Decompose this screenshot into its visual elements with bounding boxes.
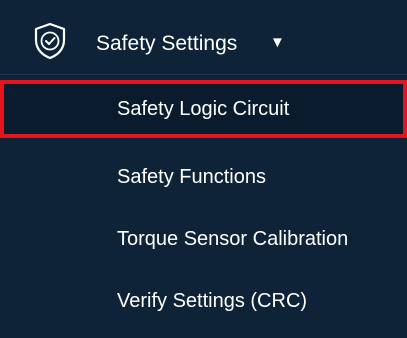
safety-settings-label: Safety Settings: [96, 32, 238, 55]
menu-item-label: Safety Logic Circuit: [117, 98, 290, 120]
menu-item-label: Torque Sensor Calibration: [117, 228, 349, 250]
menu-item-torque-sensor-calibration[interactable]: Torque Sensor Calibration: [0, 210, 407, 268]
safety-settings-menu: Safety Settings ▼ Safety Logic Circuit S…: [0, 0, 407, 338]
menu-item-label: Safety Functions: [117, 166, 266, 188]
divider: [0, 74, 407, 75]
menu-item-safety-logic-circuit[interactable]: Safety Logic Circuit: [0, 80, 407, 138]
menu-item-label: Verify Settings (CRC): [117, 290, 308, 312]
menu-item-safety-functions[interactable]: Safety Functions: [0, 148, 407, 206]
safety-settings-header[interactable]: Safety Settings ▼: [0, 0, 407, 74]
chevron-down-icon: ▼: [270, 34, 285, 51]
shield-check-icon: [34, 22, 66, 60]
menu-item-verify-settings-crc[interactable]: Verify Settings (CRC): [0, 272, 407, 330]
